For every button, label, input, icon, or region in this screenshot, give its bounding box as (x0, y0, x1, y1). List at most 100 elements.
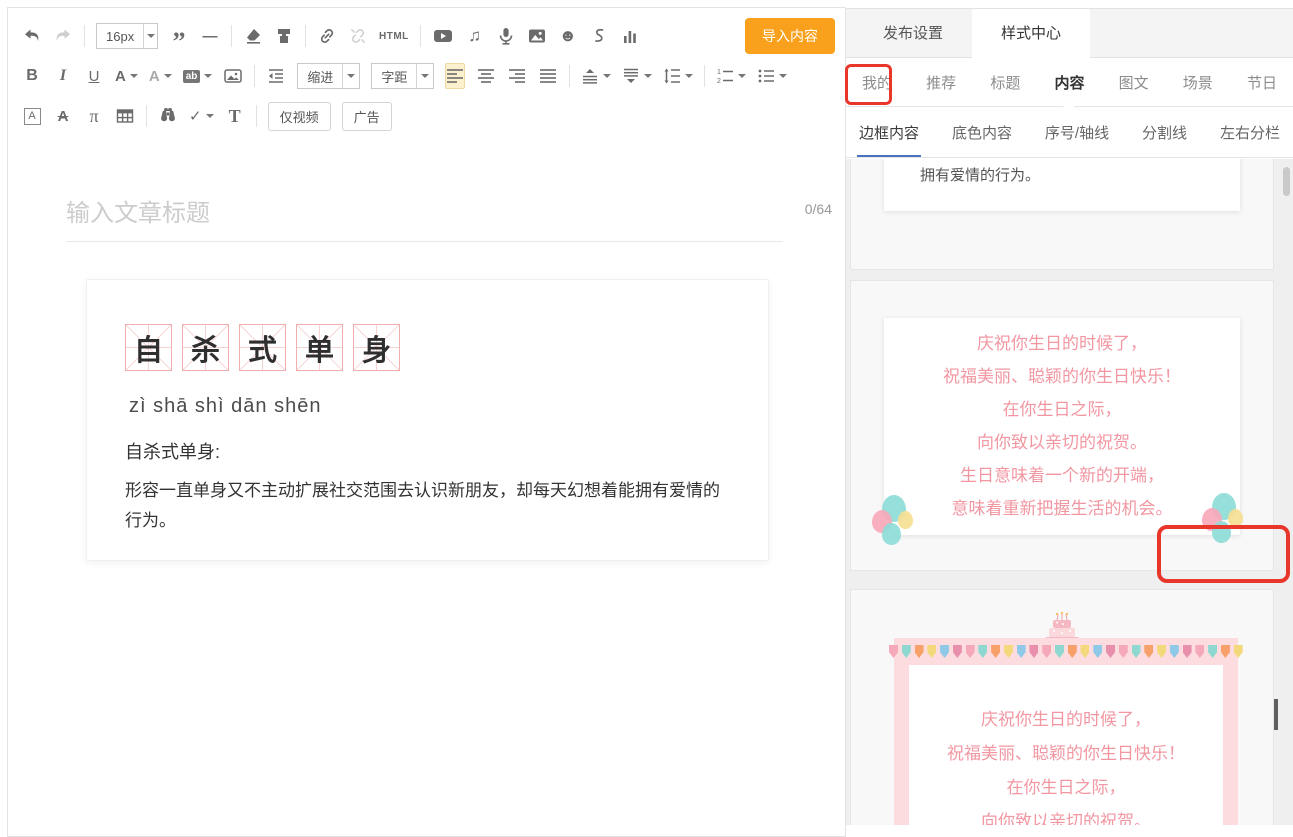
toolbar-separator (256, 105, 257, 127)
redo-icon[interactable] (53, 23, 73, 49)
blockquote-icon[interactable]: ” (169, 23, 189, 49)
html-source-button[interactable]: HTML (379, 23, 409, 49)
editor-content-card[interactable]: 自 杀 式 单 身 zì shā shì dān shēn 自杀式单身: 形容一… (86, 279, 769, 561)
tab-style-center[interactable]: 样式中心 (972, 9, 1090, 59)
link-icon[interactable] (317, 23, 337, 49)
category-festival[interactable]: 节日 (1247, 72, 1277, 93)
font-color-button[interactable]: A (115, 63, 138, 89)
outdent-icon[interactable] (266, 63, 286, 89)
underline-button[interactable]: U (84, 63, 104, 89)
video-only-button[interactable]: 仅视频 (268, 102, 331, 131)
indent-select[interactable]: 缩进 (297, 63, 360, 89)
find-replace-icon[interactable] (158, 103, 178, 129)
birthday-line: 向你致以亲切的祝贺。 (909, 805, 1223, 825)
gridbox-char: 单 (305, 327, 334, 369)
emoji-icon[interactable]: ☻ (558, 23, 578, 49)
line-height-button[interactable] (663, 63, 693, 89)
table-icon[interactable] (115, 103, 135, 129)
undo-icon[interactable] (22, 23, 42, 49)
font-size-value: 16px (97, 29, 143, 44)
category-recommend[interactable]: 推荐 (926, 72, 956, 93)
horizontal-rule-icon[interactable]: — (200, 23, 220, 49)
italic-button[interactable]: I (53, 63, 73, 89)
align-center-button[interactable] (476, 63, 496, 89)
spellcheck-button[interactable]: ✓ (189, 103, 214, 129)
align-justify-button[interactable] (538, 63, 558, 89)
subtab-bgcolor-content[interactable]: 底色内容 (952, 108, 1012, 157)
format-painter-icon[interactable] (274, 23, 294, 49)
font-size-caret[interactable] (143, 24, 157, 48)
font-size-select[interactable]: 16px (96, 23, 158, 49)
tab-publish-settings[interactable]: 发布设置 (854, 9, 972, 59)
highlight-ab-button[interactable]: ab (183, 63, 213, 89)
scrollbar-thumb[interactable] (1283, 167, 1290, 196)
import-content-button[interactable]: 导入内容 (745, 18, 835, 54)
text-t-button[interactable]: T (225, 103, 245, 129)
curve-s-icon[interactable] (589, 23, 609, 49)
indent-label: 缩进 (298, 67, 342, 86)
birthday-line: 在你生日之际， (884, 393, 1240, 426)
subtab-border-content[interactable]: 边框内容 (859, 108, 919, 157)
char-gridbox: 身 (353, 324, 400, 371)
eraser-icon[interactable] (243, 23, 263, 49)
svg-text:2: 2 (717, 78, 721, 85)
gridbox-char: 自 (134, 327, 163, 369)
align-left-button[interactable] (445, 63, 465, 89)
balloons-decoration (1202, 493, 1250, 545)
template-list[interactable]: 拥有爱情的行为。 庆祝你生日的时候了， 祝福美丽、聪颖的你生日快乐！ 在你生日之… (846, 159, 1293, 825)
char-gridbox: 自 (125, 324, 172, 371)
spacing-before-button[interactable] (581, 63, 611, 89)
category-mine[interactable]: 我的 (862, 72, 892, 93)
image-icon[interactable] (527, 23, 547, 49)
unlink-icon[interactable] (348, 23, 368, 49)
char-gridbox: 式 (239, 324, 286, 371)
birthday-line: 生日意味着一个新的开端， (884, 459, 1240, 492)
letter-spacing-label: 字距 (372, 67, 416, 86)
category-scene[interactable]: 场景 (1183, 72, 1213, 93)
char-gridbox: 单 (296, 324, 343, 371)
strikethrough-button[interactable]: A (53, 103, 73, 129)
toolbar-separator (704, 65, 705, 87)
birthday-line: 在你生日之际， (909, 771, 1223, 805)
unordered-list-button[interactable] (757, 63, 787, 89)
category-title[interactable]: 标题 (990, 72, 1020, 93)
insert-image-button[interactable] (223, 63, 243, 89)
template-partial-text: 拥有爱情的行为。 (920, 164, 1040, 185)
subtab-divider[interactable]: 分割线 (1142, 108, 1187, 157)
birthday-line: 意味着重新把握生活的机会。 (884, 492, 1240, 525)
char-border-button[interactable]: A (22, 103, 42, 129)
ad-button[interactable]: 广告 (342, 102, 392, 131)
template-preview: 庆祝你生日的时候了， 祝福美丽、聪颖的你生日快乐！ 在你生日之际， 向你致以亲切… (909, 665, 1223, 825)
birthday-line: 庆祝你生日的时候了， (884, 327, 1240, 360)
formula-pi-button[interactable]: π (84, 103, 104, 129)
subtab-columns[interactable]: 左右分栏 (1220, 108, 1280, 157)
music-icon[interactable]: ♫ (465, 23, 485, 49)
ordered-list-button[interactable]: 12 (716, 63, 746, 89)
term-text: 自杀式单身: (125, 438, 728, 464)
spacing-after-button[interactable] (622, 63, 652, 89)
video-icon[interactable] (432, 23, 454, 49)
toolbar-separator (420, 25, 421, 47)
letter-spacing-select[interactable]: 字距 (371, 63, 434, 89)
pink-frame: 庆祝你生日的时候了， 祝福美丽、聪颖的你生日快乐！ 在你生日之际， 向你致以亲切… (894, 638, 1238, 825)
style-subtab-row: 边框内容 底色内容 序号/轴线 分割线 左右分栏 (846, 108, 1293, 158)
category-imagetext[interactable]: 图文 (1119, 72, 1149, 93)
subtab-number-axis[interactable]: 序号/轴线 (1045, 108, 1109, 157)
bold-button[interactable]: B (22, 63, 42, 89)
right-panel-tabbar: 发布设置 样式中心 (846, 8, 1293, 58)
birthday-line: 祝福美丽、聪颖的你生日快乐！ (884, 360, 1240, 393)
birthday-line: 庆祝你生日的时候了， (909, 703, 1223, 737)
template-item[interactable]: 拥有爱情的行为。 (850, 159, 1274, 270)
microphone-icon[interactable] (496, 23, 516, 49)
chart-icon[interactable] (620, 23, 640, 49)
gridbox-char: 身 (362, 327, 391, 369)
template-item[interactable]: 庆祝你生日的时候了， 祝福美丽、聪颖的你生日快乐！ 在你生日之际， 向你致以亲切… (850, 280, 1274, 571)
letter-spacing-caret[interactable] (416, 64, 433, 88)
category-content[interactable]: 内容 (1054, 72, 1084, 93)
article-title-input[interactable]: 输入文章标题 (66, 193, 210, 228)
template-item[interactable]: 庆祝你生日的时候了， 祝福美丽、聪颖的你生日快乐！ 在你生日之际， 向你致以亲切… (850, 589, 1274, 825)
indent-caret[interactable] (342, 64, 359, 88)
gridbox-char: 式 (248, 327, 277, 369)
font-background-button[interactable]: A (149, 63, 172, 89)
align-right-button[interactable] (507, 63, 527, 89)
